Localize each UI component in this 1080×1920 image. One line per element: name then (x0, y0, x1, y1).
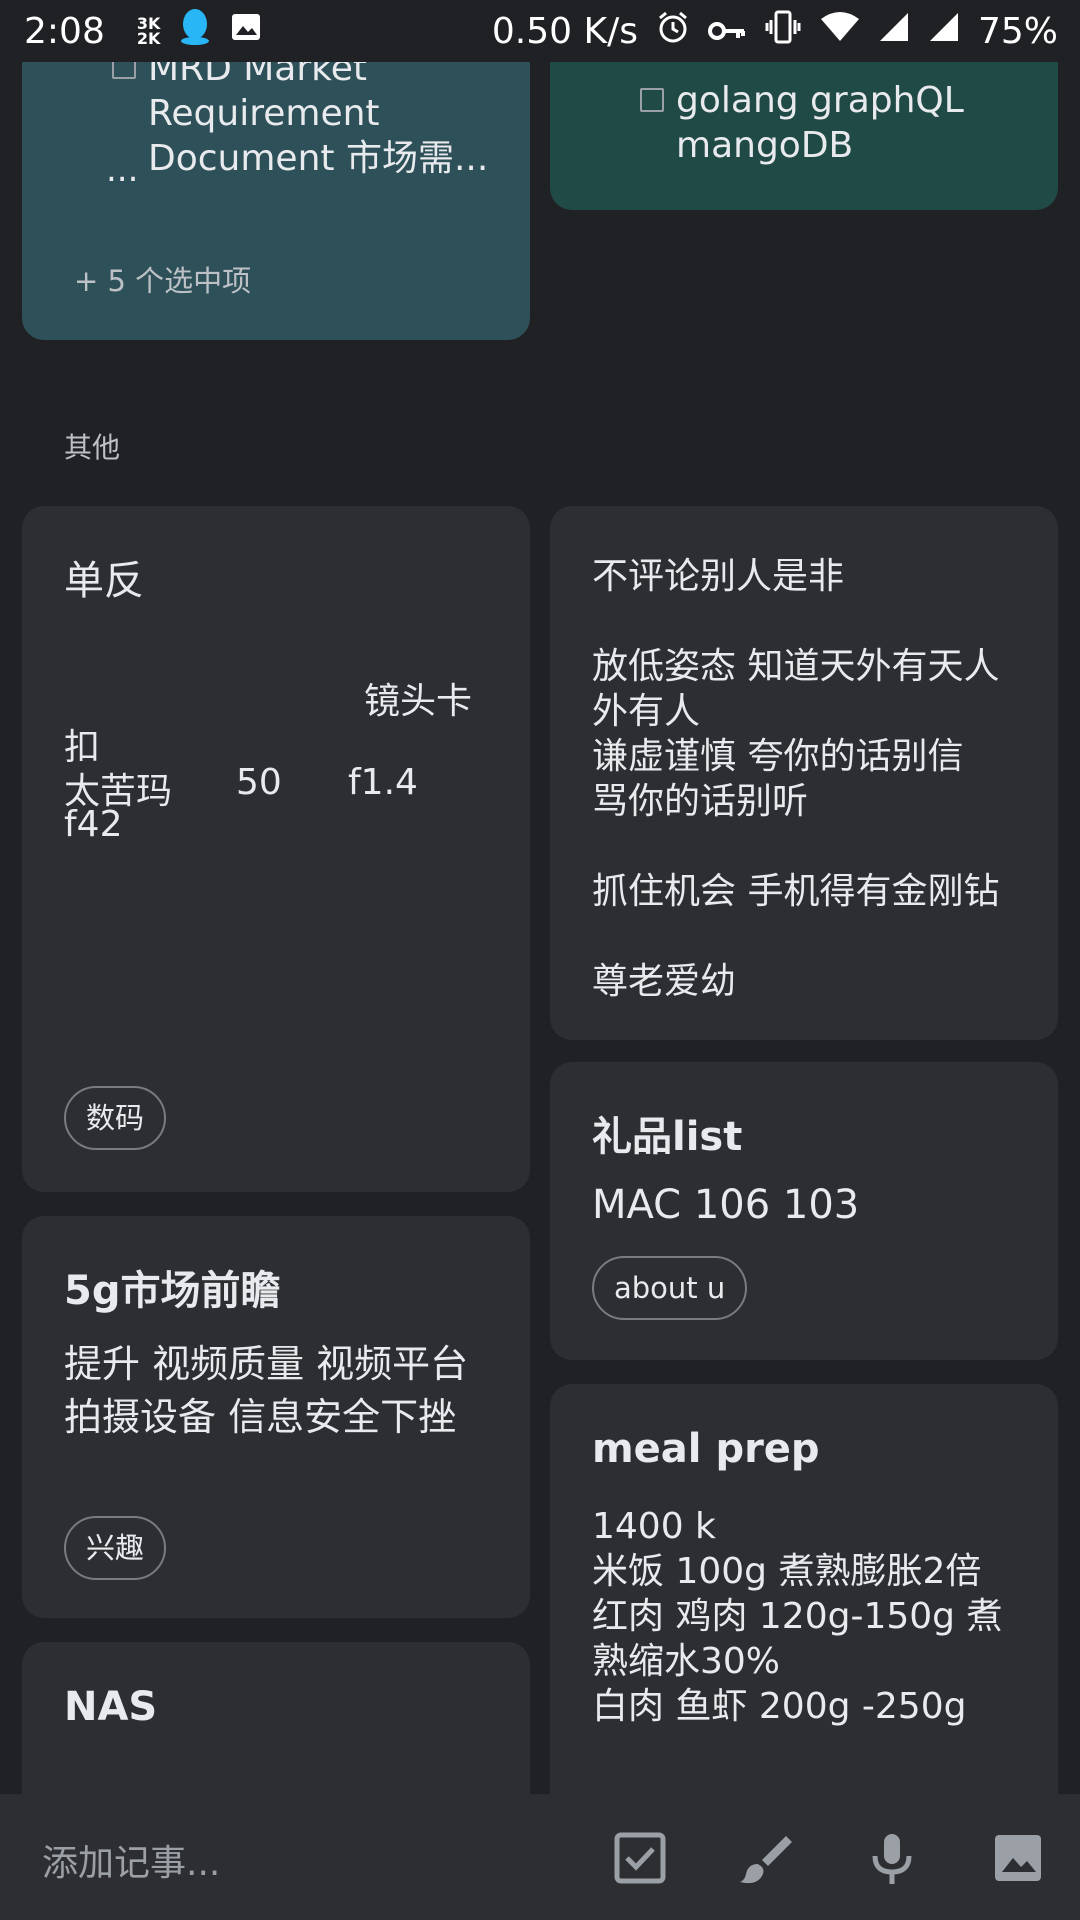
note-title: 礼品list (592, 1114, 743, 1160)
note-text: f1.4 (348, 762, 418, 803)
notes-list: MRD Market Requirement Document 市场需... .… (0, 0, 1080, 1794)
label-chip[interactable]: about u (592, 1256, 748, 1320)
note-title: meal prep (592, 1426, 820, 1472)
wifi-icon (820, 11, 860, 52)
note-card-nas[interactable]: NAS (22, 1642, 530, 1794)
note-text: 1400 k 米饭 100g 煮熟膨胀2倍 红肉 鸡肉 120g-150g 煮熟… (592, 1506, 1003, 1727)
note-text: 提升 视频质量 视频平台 拍摄设备 信息安全下挫 (64, 1342, 469, 1439)
label-chip[interactable]: 数码 (64, 1086, 167, 1150)
note-title: 5g市场前瞻 (64, 1268, 281, 1314)
key-icon (707, 11, 746, 52)
signal-icon (928, 11, 960, 52)
network-speed-badge: 3K 2K (136, 14, 161, 48)
brush-icon[interactable] (738, 1830, 794, 1886)
section-label-other: 其他 (64, 431, 121, 464)
note-card-principles[interactable]: 不评论别人是非 放低姿态 知道天外有天人外有人 谦虚谨慎 夸你的话别信 骂你的话… (550, 506, 1058, 1040)
note-title: NAS (64, 1684, 158, 1730)
checkbox-icon[interactable] (612, 1830, 668, 1886)
net-speed-text: 0.50 K/s (491, 10, 638, 52)
image-icon (230, 11, 262, 52)
image-icon[interactable] (990, 1830, 1046, 1886)
ellipsis-text: ... (106, 150, 139, 190)
note-title: 单反 (64, 558, 144, 604)
note-card-gift[interactable]: 礼品list MAC 106 103 about u (550, 1062, 1058, 1360)
note-text: MAC 106 103 (592, 1182, 860, 1228)
checklist-item: golang graphQL mangoDB (676, 80, 964, 166)
more-items-text: + 5 个选中项 (74, 264, 252, 298)
label-chip[interactable]: 兴趣 (64, 1516, 167, 1580)
battery-text: 75% (977, 10, 1058, 52)
mic-icon[interactable] (864, 1830, 920, 1886)
note-card-slr[interactable]: 单反 镜头卡 扣 太苦玛 50 f1.4 f42 数码 (22, 506, 530, 1192)
note-text: 不评论别人是非 放低姿态 知道天外有天人外有人 谦虚谨慎 夸你的话别信 骂你的话… (592, 556, 1000, 1002)
alarm-icon (656, 10, 690, 53)
add-note-input[interactable]: 添加记事... (42, 1834, 220, 1886)
note-card-5g[interactable]: 5g市场前瞻 提升 视频质量 视频平台 拍摄设备 信息安全下挫 兴趣 (22, 1216, 530, 1618)
checklist-item: MRD Market Requirement Document 市场需... (148, 48, 489, 179)
status-bar: 2:08 3K 2K 0.50 K/s 75% (0, 0, 1080, 62)
qq-icon (178, 8, 212, 55)
note-card-meal-prep[interactable]: meal prep 1400 k 米饭 100g 煮熟膨胀2倍 红肉 鸡肉 12… (550, 1384, 1058, 1794)
vibrate-icon (764, 10, 802, 53)
note-text: 镜头卡 (364, 681, 473, 722)
checkbox-icon[interactable] (640, 88, 664, 112)
bottom-bar: 添加记事... (0, 1794, 1080, 1920)
note-text: f42 (64, 804, 123, 845)
note-text: 50 (236, 762, 282, 803)
signal-icon (878, 11, 910, 52)
status-time: 2:08 (24, 10, 105, 52)
